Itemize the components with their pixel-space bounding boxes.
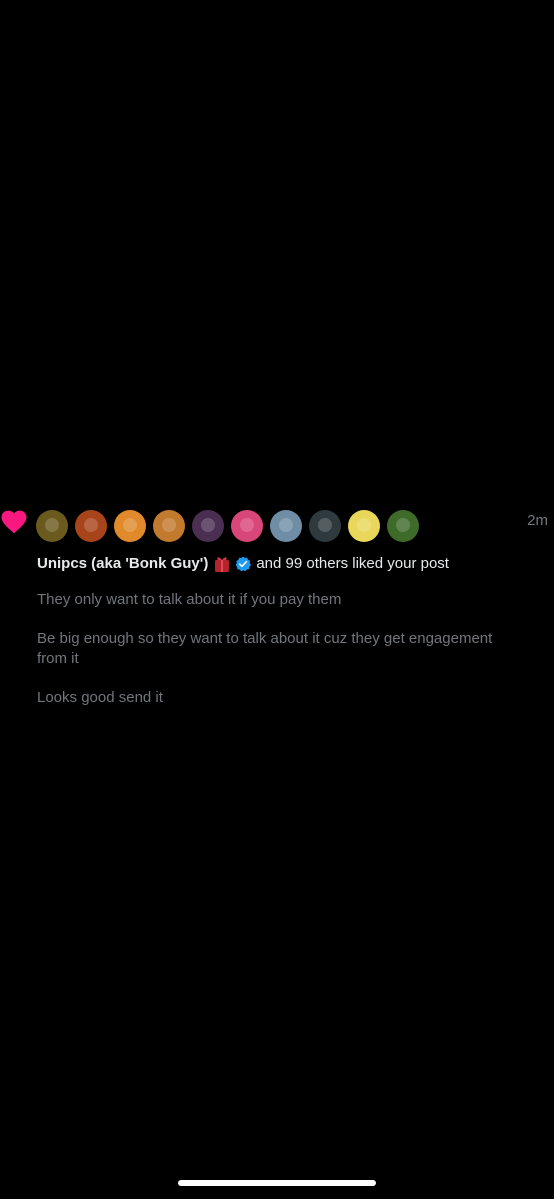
avatar[interactable] [387,510,419,542]
avatar[interactable] [153,510,185,542]
user-name-link[interactable]: Unipcs (aka 'Bonk Guy') [37,554,208,574]
avatar[interactable] [192,510,224,542]
post-line: Looks good send it [37,689,163,706]
avatar[interactable] [309,510,341,542]
avatar[interactable] [36,510,68,542]
avatar[interactable] [114,510,146,542]
avatar[interactable] [270,510,302,542]
liker-avatars [36,510,419,542]
notification-headline: Unipcs (aka 'Bonk Guy') and 99 others li… [37,554,449,574]
post-line: Be big enough so they want to talk about… [37,630,493,667]
gift-icon [215,557,230,572]
avatar[interactable] [75,510,107,542]
post-preview[interactable]: They only want to talk about it if you p… [37,590,517,727]
home-indicator[interactable] [178,1180,376,1186]
avatar[interactable] [231,510,263,542]
timestamp: 2m [527,512,548,529]
verified-badge-icon [235,556,252,572]
post-line: They only want to talk about it if you p… [37,591,342,608]
heart-icon [1,510,27,534]
avatar[interactable] [348,510,380,542]
likes-summary-text: and 99 others liked your post [256,555,449,572]
